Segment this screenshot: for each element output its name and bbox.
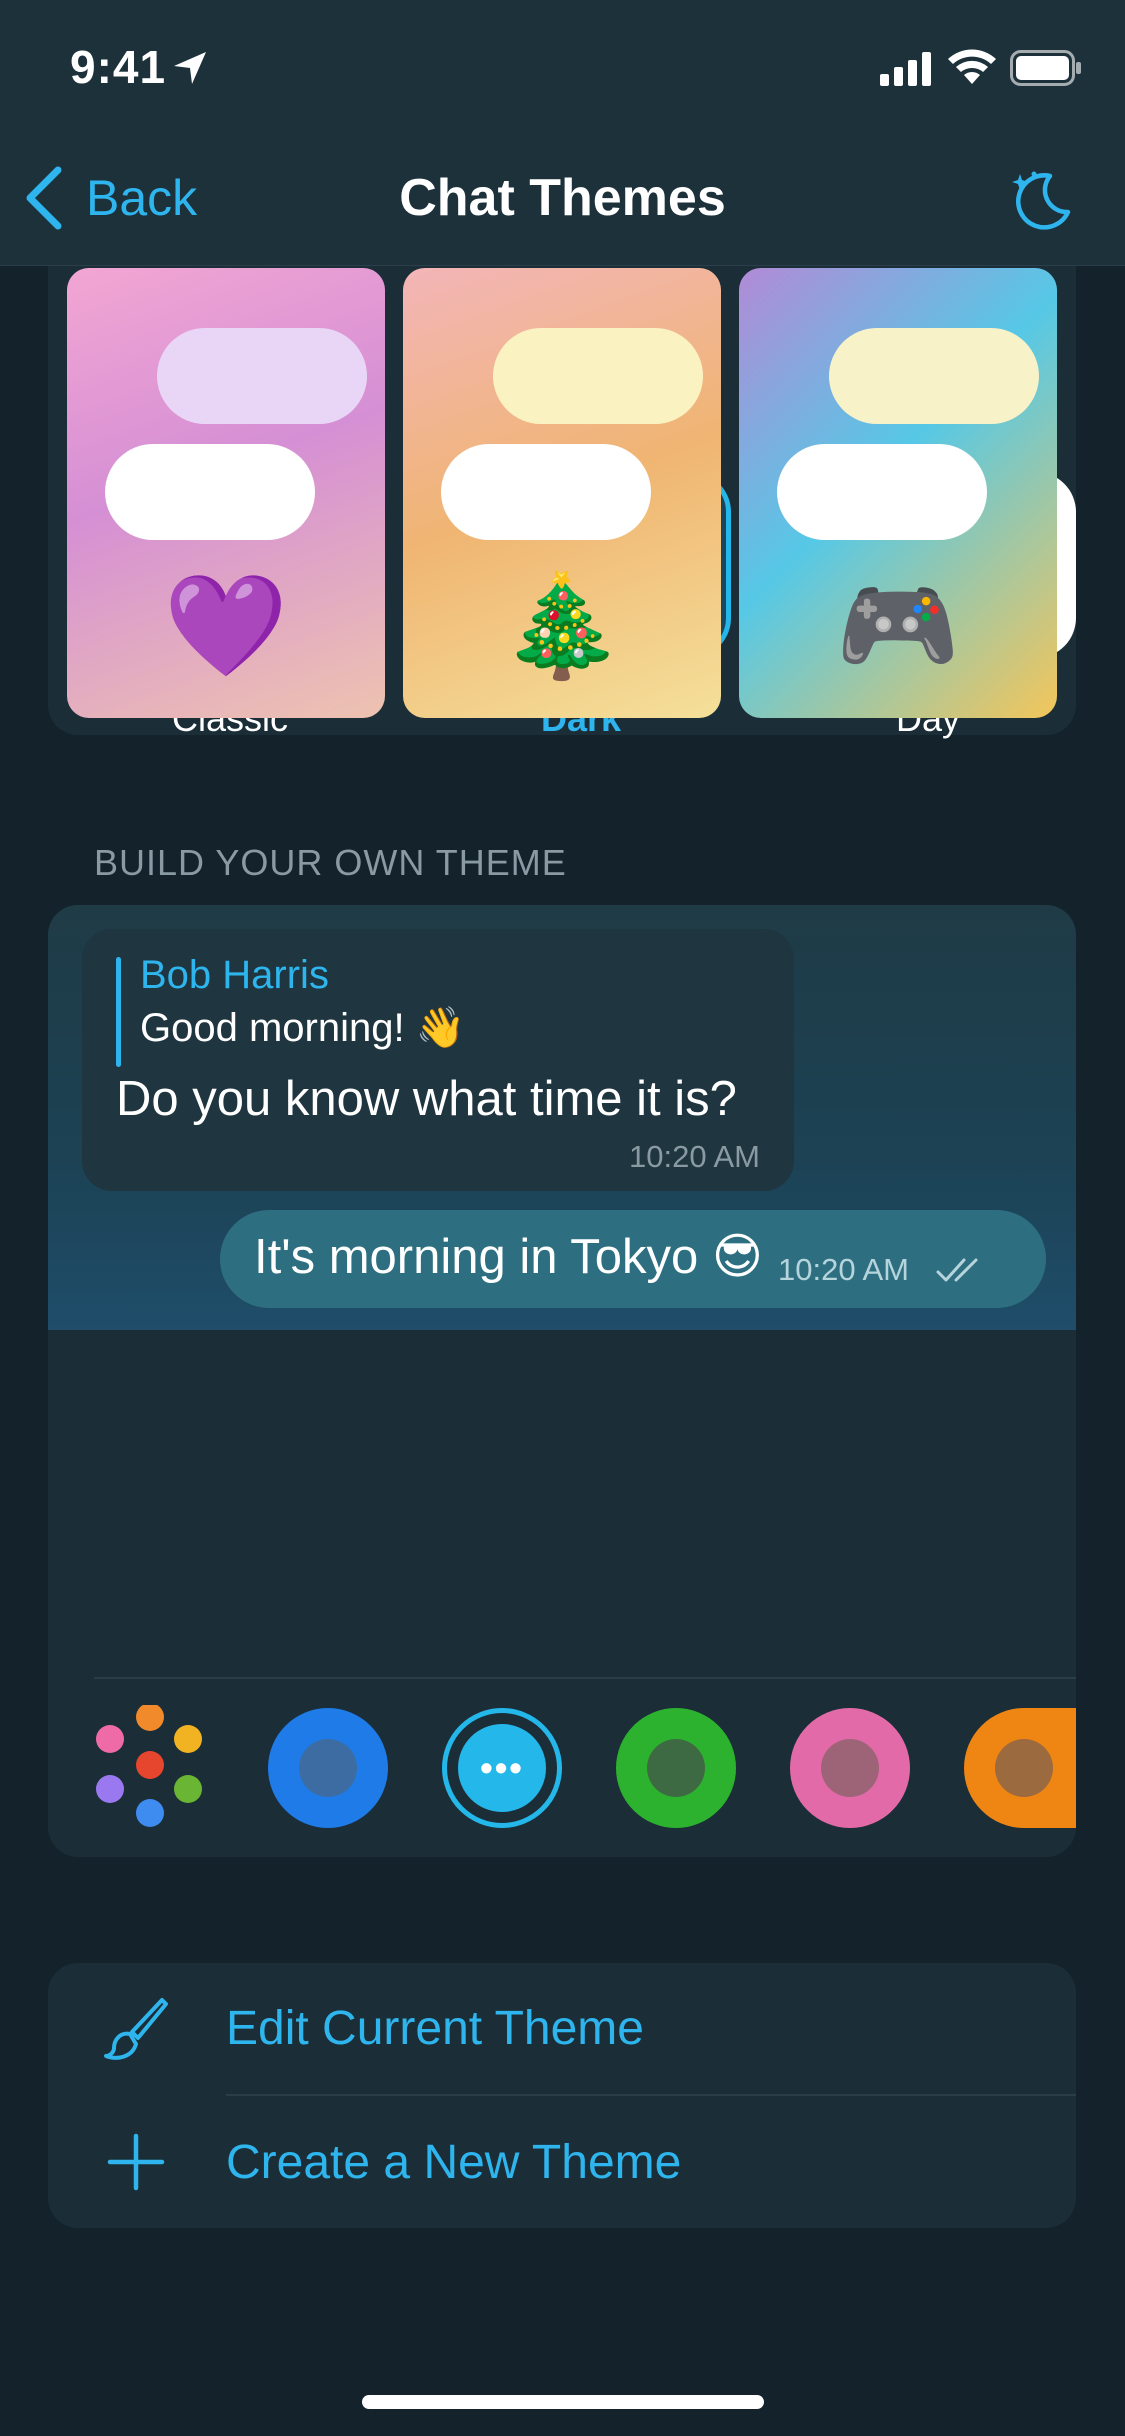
incoming-message-text: Do you know what time it is? bbox=[116, 1072, 737, 1126]
page-title: Chat Themes bbox=[399, 169, 726, 227]
accent-color-blue[interactable] bbox=[268, 1708, 388, 1828]
navigation-bar: 9:41 Back Chat Themes bbox=[0, 0, 1125, 266]
incoming-message-bubble: Bob Harris Good morning! 👋 Do you know w… bbox=[82, 929, 794, 1191]
purple-heart-emoji: 💜 bbox=[163, 570, 289, 682]
game-controller-emoji: 🎮 bbox=[835, 570, 961, 682]
divider bbox=[94, 1677, 1076, 1679]
preview-outgoing-bubble bbox=[105, 444, 315, 540]
accent-color-pink[interactable] bbox=[790, 1708, 910, 1828]
edit-current-theme-button[interactable]: Edit Current Theme bbox=[48, 1963, 1076, 2093]
edit-current-theme-label: Edit Current Theme bbox=[226, 2001, 644, 2055]
reply-quoted-text: Good morning! 👋 bbox=[140, 1006, 466, 1050]
night-mode-moon-icon[interactable] bbox=[1006, 166, 1074, 234]
battery-icon bbox=[1010, 50, 1081, 86]
plus-icon bbox=[107, 2133, 165, 2191]
status-time: 9:41 bbox=[70, 41, 167, 93]
outgoing-message-time: 10:20 AM bbox=[778, 1252, 909, 1287]
double-check-read-icon bbox=[936, 1258, 978, 1282]
more-options-icon: ••• bbox=[458, 1724, 546, 1812]
preview-incoming-bubble bbox=[493, 328, 703, 424]
create-new-theme-button[interactable]: Create a New Theme bbox=[48, 2097, 1076, 2227]
preview-incoming-bubble bbox=[829, 328, 1039, 424]
custom-color-palette-icon[interactable] bbox=[92, 1705, 212, 1831]
chat-preview: Bob Harris Good morning! 👋 Do you know w… bbox=[48, 905, 1076, 1330]
accent-color-green[interactable] bbox=[616, 1708, 736, 1828]
incoming-message-time: 10:20 AM bbox=[629, 1139, 760, 1174]
section-header-build-theme: BUILD YOUR OWN THEME bbox=[94, 842, 567, 883]
reply-sender-name: Bob Harris bbox=[140, 953, 329, 997]
theme-preview-gaming[interactable]: 🎮 bbox=[739, 268, 1057, 718]
preview-outgoing-bubble bbox=[777, 444, 987, 540]
christmas-tree-emoji: 🎄 bbox=[499, 570, 625, 682]
preview-incoming-bubble bbox=[157, 328, 367, 424]
theme-actions-card: Edit Current Theme Create a New Theme bbox=[48, 1963, 1076, 2228]
outgoing-message-text: It's morning in Tokyo 😎 bbox=[254, 1230, 763, 1284]
accent-color-orange[interactable] bbox=[964, 1708, 1076, 1828]
create-new-theme-label: Create a New Theme bbox=[226, 2135, 682, 2189]
accent-color-cyan-selected[interactable]: ••• bbox=[442, 1708, 562, 1828]
home-indicator[interactable] bbox=[362, 2395, 764, 2409]
location-arrow-icon bbox=[174, 52, 206, 84]
wifi-icon bbox=[948, 49, 996, 84]
outgoing-message-bubble: It's morning in Tokyo 😎 10:20 AM bbox=[220, 1210, 1046, 1308]
theme-preview-christmas[interactable]: 🎄 bbox=[403, 268, 721, 718]
theme-preview-heart[interactable]: 💜 bbox=[67, 268, 385, 718]
reply-quote-bar bbox=[116, 957, 121, 1067]
cellular-signal-icon bbox=[880, 52, 931, 86]
paintbrush-icon bbox=[104, 1998, 168, 2060]
preview-outgoing-bubble bbox=[441, 444, 651, 540]
divider bbox=[226, 2094, 1076, 2096]
